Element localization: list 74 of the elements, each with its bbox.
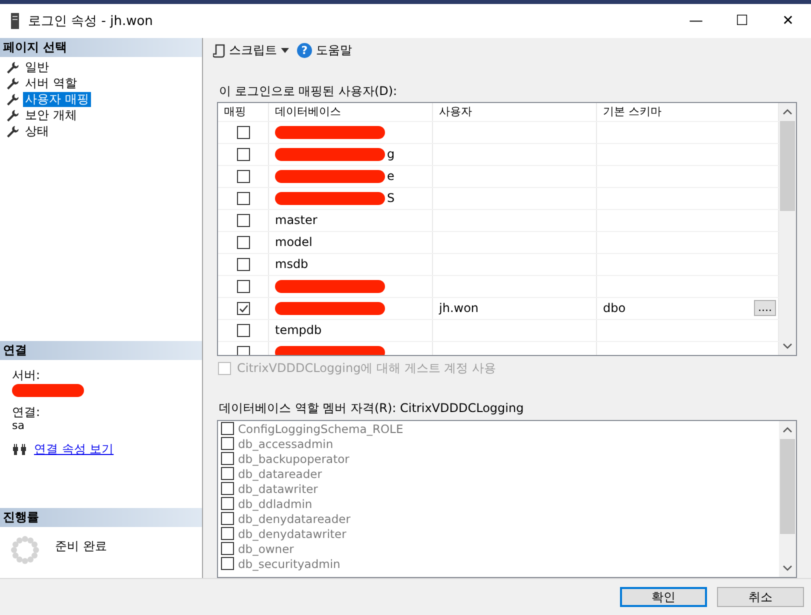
- plug-icon: [12, 444, 28, 456]
- table-cell: jh.won: [439, 301, 479, 316]
- scroll-down-icon: [783, 565, 792, 572]
- browse-button[interactable]: ....: [754, 300, 776, 316]
- spinner-icon: [10, 535, 40, 565]
- wrench-icon: [6, 60, 19, 74]
- table-cell: master: [275, 213, 318, 228]
- connection-properties-link[interactable]: 연결 속성 보기: [34, 441, 114, 458]
- section-header: 연결: [0, 341, 202, 360]
- minimize-button[interactable]: —: [673, 4, 719, 38]
- section-header: 진행률: [0, 508, 202, 527]
- script-button[interactable]: 스크립트: [213, 42, 289, 60]
- role-item: db_datareader: [238, 466, 322, 481]
- wrench-icon: [6, 76, 19, 90]
- table-cell: S: [387, 191, 395, 206]
- role-item: db_backupoperator: [238, 452, 350, 466]
- checkbox[interactable]: [236, 192, 250, 205]
- checkbox[interactable]: [236, 324, 250, 337]
- column-header: 매핑: [218, 102, 269, 121]
- scroll-down-icon: [783, 343, 792, 350]
- role-item: db_owner: [238, 542, 294, 556]
- maximize-button[interactable]: ☐: [719, 4, 765, 38]
- scroll-up-icon: [783, 108, 792, 115]
- column-header: 데이터베이스: [269, 102, 433, 121]
- scroll-up-icon: [783, 427, 792, 434]
- script-icon: [213, 44, 225, 58]
- connection-value: sa: [12, 419, 26, 433]
- wrench-icon: [6, 124, 19, 138]
- role-item: db_datawriter: [238, 482, 318, 496]
- help-button[interactable]: ? 도움말: [297, 42, 352, 60]
- connection-label: 연결:: [12, 405, 42, 419]
- section-header: 페이지 선택: [0, 38, 202, 57]
- table-cell: dbo: [603, 301, 626, 316]
- server-icon: [10, 13, 20, 29]
- cancel-button[interactable]: 취소: [717, 587, 804, 607]
- wrench-icon: [6, 92, 19, 106]
- checkbox[interactable]: [236, 214, 250, 227]
- section-label: 데이터베이스 역할 멤버 자격(R): CitrixVDDDCLogging: [219, 401, 525, 416]
- table-cell: e: [387, 169, 394, 184]
- progress-status: 준비 완료: [55, 538, 107, 555]
- help-icon: ?: [297, 43, 312, 58]
- checkbox[interactable]: [236, 236, 250, 249]
- checkbox[interactable]: [236, 258, 250, 271]
- role-item: db_denydatareader: [238, 512, 350, 526]
- table-cell: tempdb: [275, 323, 322, 338]
- checkbox[interactable]: [236, 148, 250, 161]
- checkbox[interactable]: [236, 170, 250, 183]
- checkbox[interactable]: [236, 280, 250, 293]
- check-icon: [238, 302, 248, 314]
- section-label: 이 로그인으로 매핑된 사용자(D):: [219, 84, 398, 98]
- caret-icon: [281, 48, 289, 54]
- role-item: db_ddladmin: [238, 496, 312, 511]
- role-item: db_accessadmin: [238, 436, 334, 451]
- checkbox[interactable]: [236, 302, 250, 315]
- sidebar-item[interactable]: 서버 역할: [23, 76, 79, 90]
- sidebar-item[interactable]: 상태: [23, 124, 51, 138]
- ok-button[interactable]: 확인: [620, 587, 707, 607]
- table-cell: model: [275, 235, 312, 250]
- column-header: 사용자: [433, 102, 597, 121]
- role-item: ConfigLoggingSchema_ROLE: [238, 422, 404, 436]
- server-label: 서버:: [12, 368, 42, 382]
- sidebar-item[interactable]: 사용자 매핑: [23, 92, 91, 106]
- sidebar-item[interactable]: 일반: [23, 60, 51, 74]
- checkbox[interactable]: [236, 346, 250, 356]
- close-button[interactable]: ✕: [765, 4, 811, 38]
- sidebar-item[interactable]: 보안 개체: [23, 108, 79, 122]
- role-item: db_securityadmin: [238, 556, 340, 571]
- checkbox-label: CitrixVDDDCLogging에 대해 게스트 계정 사용: [237, 360, 496, 377]
- table-cell: msdb: [275, 257, 308, 272]
- window-title: 로그인 속성 - jh.won: [28, 13, 154, 30]
- wrench-icon: [6, 108, 19, 122]
- role-item: db_denydatawriter: [238, 526, 346, 541]
- checkbox[interactable]: [236, 126, 250, 139]
- table-cell: g: [387, 147, 395, 162]
